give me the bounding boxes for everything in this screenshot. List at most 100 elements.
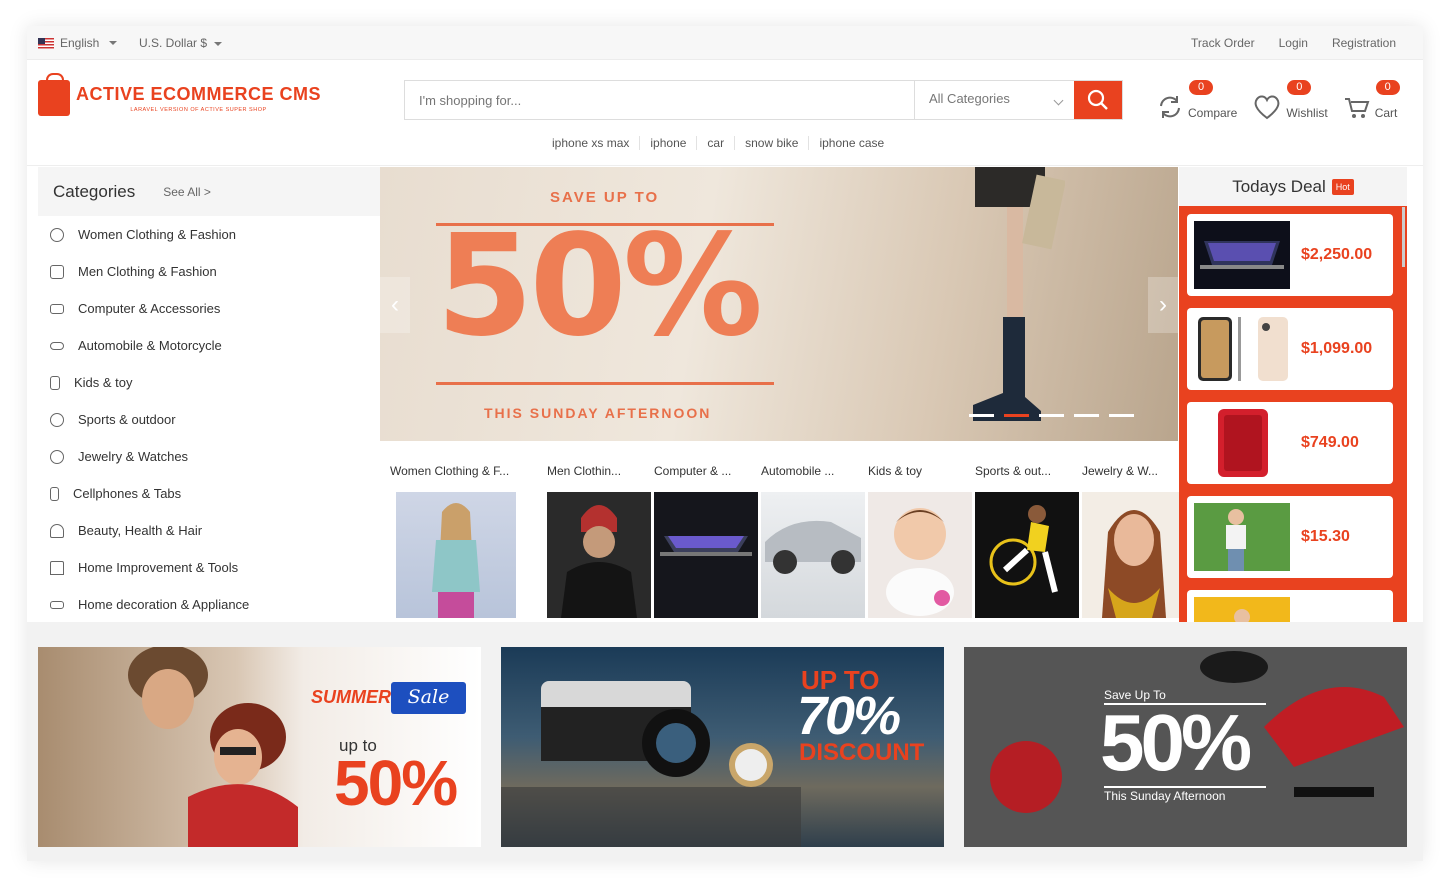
sidebar-item-sports[interactable]: Sports & outdoor <box>38 401 380 438</box>
wishlist-count-badge: 0 <box>1287 80 1312 95</box>
deal-price: $2,250.00 <box>1301 246 1373 263</box>
sidebar-item-computer[interactable]: Computer & Accessories <box>38 290 380 327</box>
category-tile-image <box>975 492 1079 618</box>
caret-down-icon <box>109 41 118 45</box>
top-bar: English U.S. Dollar $ Track Order Login … <box>27 26 1423 60</box>
slider-next-button[interactable]: › <box>1148 277 1178 333</box>
cart-button[interactable]: 0 Cart <box>1344 80 1400 120</box>
category-tile-label: Computer & ... <box>654 464 732 478</box>
promo-banner-fashion[interactable]: Save Up To 50% This Sunday Afternoon <box>964 647 1407 847</box>
category-tile[interactable]: Jewelry & W... <box>1082 450 1186 622</box>
category-tile[interactable]: Automobile ... <box>761 450 865 622</box>
promo-banner-summer[interactable]: SUMMER Sale up to 50% <box>38 647 481 847</box>
cart-count-badge: 0 <box>1375 80 1400 95</box>
bottle-icon <box>50 375 60 390</box>
slider-dot[interactable] <box>1039 414 1064 417</box>
registration-link[interactable]: Registration <box>1320 36 1408 50</box>
category-tile-image <box>868 492 972 618</box>
todays-deal-panel: Todays Deal Hot $2,250.00 $1,099.00 $749… <box>1179 167 1407 622</box>
logo-title: ACTIVE ECOMMERCE CMS <box>76 83 322 104</box>
sidebar-item-women-clothing[interactable]: Women Clothing & Fashion <box>38 216 380 253</box>
sidebar-item-jewelry[interactable]: Jewelry & Watches <box>38 438 380 475</box>
hero-slider[interactable]: SAVE UP TO 50% THIS SUNDAY AFTERNOON ‹ › <box>380 167 1178 441</box>
slider-dot-active[interactable] <box>1004 414 1029 417</box>
watch-icon <box>50 449 64 464</box>
sidebar-item-label: Automobile & Motorcycle <box>78 338 222 353</box>
sidebar-item-label: Men Clothing & Fashion <box>78 264 217 279</box>
shopping-bag-icon <box>38 73 70 116</box>
camera-discount: DISCOUNT <box>799 739 925 766</box>
suggestion-link[interactable]: iphone xs max <box>542 136 641 150</box>
search-icon <box>1087 89 1108 110</box>
sidebar-item-kids[interactable]: Kids & toy <box>38 364 380 401</box>
slider-prev-button[interactable]: ‹ <box>380 277 410 333</box>
hero-percent: 50% <box>436 205 763 368</box>
deal-card[interactable]: $1,099.00 <box>1187 308 1393 390</box>
category-select[interactable]: All Categories <box>914 81 1074 119</box>
sidebar-item-home-decoration[interactable]: Home decoration & Appliance <box>38 586 380 622</box>
category-tile-image <box>761 492 865 618</box>
camera-percent: 70% <box>797 686 901 746</box>
deal-scrollbar[interactable] <box>1402 207 1405 267</box>
category-tile[interactable]: Women Clothing & F... <box>390 450 520 622</box>
search-button[interactable] <box>1074 81 1122 119</box>
slider-dot[interactable] <box>1074 414 1099 417</box>
sidebar-item-automobile[interactable]: Automobile & Motorcycle <box>38 327 380 364</box>
currency-selector[interactable]: U.S. Dollar $ <box>139 36 223 50</box>
see-all-link[interactable]: See All > <box>163 185 211 199</box>
sidebar-item-label: Sports & outdoor <box>78 412 176 427</box>
category-tile-label: Jewelry & W... <box>1082 464 1159 478</box>
deal-card[interactable]: $2,250.00 <box>1187 214 1393 296</box>
suggestion-link[interactable]: iphone <box>640 136 698 150</box>
sidebar-item-home-improvement[interactable]: Home Improvement & Tools <box>38 549 380 586</box>
compare-button[interactable]: 0 Compare <box>1157 80 1237 120</box>
fashion-percent: 50% <box>1100 698 1252 787</box>
login-link[interactable]: Login <box>1267 36 1320 50</box>
site-logo[interactable]: ACTIVE ECOMMERCE CMS LARAVEL VERSION OF … <box>38 73 322 116</box>
category-tile-label: Kids & toy <box>868 464 923 478</box>
currency-label: U.S. Dollar $ <box>139 36 208 50</box>
deal-card[interactable]: $15.30 <box>1187 496 1393 578</box>
sidebar-item-label: Home Improvement & Tools <box>78 560 239 575</box>
hero-subtitle: THIS SUNDAY AFTERNOON <box>484 405 712 421</box>
category-tile[interactable]: Kids & toy <box>868 450 972 622</box>
category-tile[interactable]: Sports & out... <box>975 450 1079 622</box>
slider-dot[interactable] <box>1109 414 1134 417</box>
shirt-icon <box>50 264 64 279</box>
fashion-subtitle: This Sunday Afternoon <box>1104 789 1226 803</box>
cart-icon <box>1344 98 1370 118</box>
promo-banner-camera[interactable]: UP TO 70% DISCOUNT <box>501 647 944 847</box>
category-tile[interactable]: Men Clothin... <box>547 450 651 622</box>
suggestion-link[interactable]: iphone case <box>809 136 894 150</box>
wishlist-label: Wishlist <box>1286 106 1328 120</box>
wishlist-button[interactable]: 0 Wishlist <box>1253 80 1328 120</box>
sidebar-item-cellphones[interactable]: Cellphones & Tabs <box>38 475 380 512</box>
heart-icon <box>1254 95 1280 120</box>
ball-icon <box>50 412 64 427</box>
couple-image <box>128 647 298 847</box>
us-flag-icon <box>38 37 54 49</box>
category-tile[interactable]: Computer & ... <box>654 450 758 622</box>
sidebar-item-beauty[interactable]: Beauty, Health & Hair <box>38 512 380 549</box>
track-order-link[interactable]: Track Order <box>1179 36 1267 50</box>
compare-count-badge: 0 <box>1189 80 1213 95</box>
deal-price: $749.00 <box>1301 434 1359 451</box>
hot-badge: Hot <box>1331 178 1354 195</box>
language-label: English <box>60 36 100 50</box>
deal-header: Todays Deal Hot <box>1179 167 1407 206</box>
house-icon <box>50 560 64 575</box>
top-links: Track Order Login Registration <box>1179 36 1408 50</box>
deal-card[interactable]: $749.00 <box>1187 402 1393 484</box>
search-bar: All Categories <box>404 80 1123 120</box>
search-input[interactable] <box>405 81 914 119</box>
sidebar-item-men-clothing[interactable]: Men Clothing & Fashion <box>38 253 380 290</box>
category-tile-image <box>547 492 651 618</box>
deal-card[interactable] <box>1187 590 1393 622</box>
language-selector[interactable]: English <box>38 36 118 50</box>
suggestion-link[interactable]: snow bike <box>735 136 810 150</box>
beauty-icon <box>50 523 64 538</box>
sidebar-item-label: Kids & toy <box>74 375 133 390</box>
suggestion-link[interactable]: car <box>697 136 736 150</box>
category-tile-label: Automobile ... <box>761 464 835 478</box>
slider-dot[interactable] <box>969 414 994 417</box>
